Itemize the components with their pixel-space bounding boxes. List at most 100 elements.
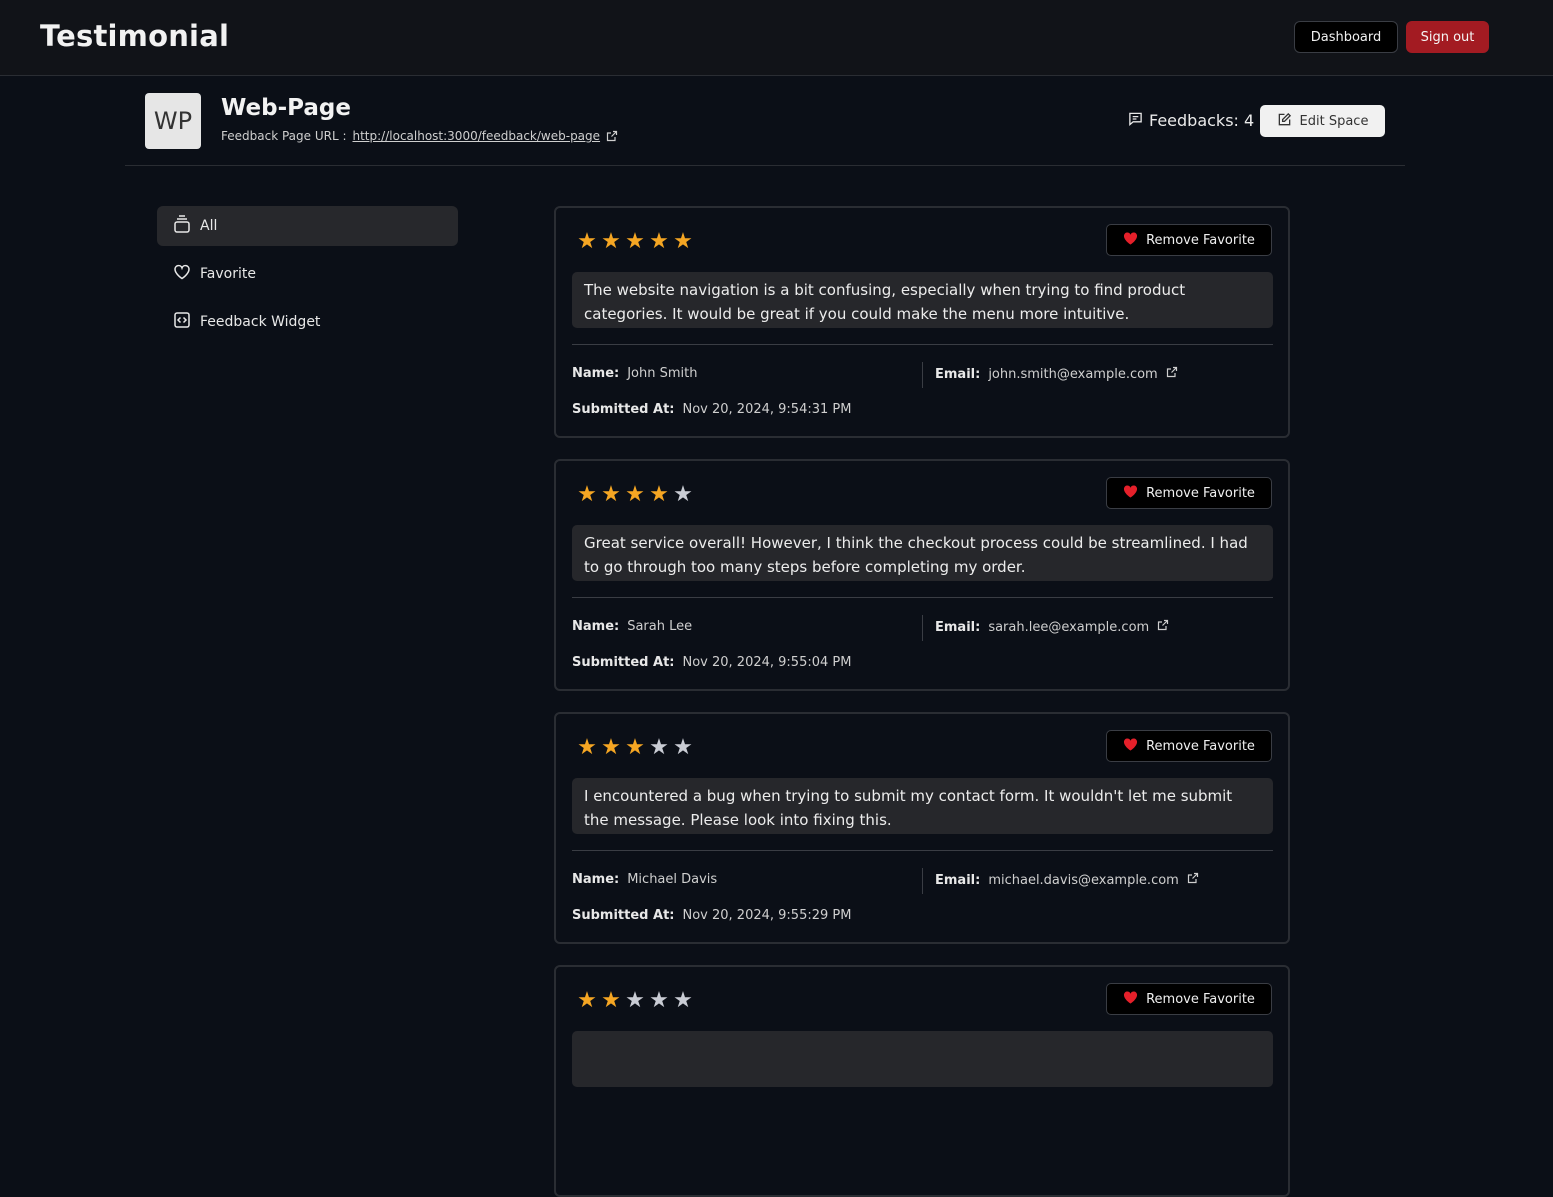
- heart-filled-icon: [1123, 484, 1138, 502]
- external-link-icon[interactable]: [606, 130, 618, 142]
- feedback-email: Email: michael.davis@example.com: [935, 872, 1199, 888]
- feedback-url-link[interactable]: http://localhost:3000/feedback/web-page: [353, 129, 601, 143]
- sidebar-item-all[interactable]: All: [157, 206, 458, 246]
- top-bar: Testimonial Dashboard Sign out: [0, 0, 1553, 76]
- divider: [922, 868, 923, 894]
- sidebar-item-favorite[interactable]: Favorite: [157, 254, 458, 294]
- star-filled-icon: ★: [625, 482, 645, 507]
- email-key: Email:: [935, 366, 981, 382]
- dashboard-button[interactable]: Dashboard: [1294, 21, 1398, 53]
- star-empty-icon: ★: [649, 735, 669, 760]
- feedback-card: ★ ★ ★ ★ ★ Remove Favorite Great service over…: [554, 459, 1290, 691]
- edit-icon: [1277, 112, 1292, 131]
- external-link-icon[interactable]: [1166, 366, 1178, 382]
- message-icon: [1128, 111, 1143, 130]
- space-avatar: WP: [145, 93, 201, 149]
- star-filled-icon: ★: [601, 988, 621, 1013]
- external-link-icon[interactable]: [1187, 872, 1199, 888]
- app-brand[interactable]: Testimonial: [40, 19, 229, 53]
- star-empty-icon: ★: [673, 735, 693, 760]
- feedback-card: ★ ★ ★ ★ ★ Remove Favorite The website naviga…: [554, 206, 1290, 438]
- feedback-message: The website navigation is a bit confusin…: [572, 272, 1273, 328]
- email-key: Email:: [935, 872, 981, 888]
- email-key: Email:: [935, 619, 981, 635]
- star-filled-icon: ★: [673, 229, 693, 254]
- feedback-date: Submitted At: Nov 20, 2024, 9:55:29 PM: [572, 908, 851, 923]
- space-title: Web-Page: [221, 95, 351, 121]
- divider: [572, 597, 1273, 598]
- remove-favorite-button[interactable]: Remove Favorite: [1106, 477, 1272, 509]
- feedback-name: Name: Sarah Lee: [572, 619, 692, 634]
- remove-favorite-label: Remove Favorite: [1146, 991, 1255, 1007]
- feedback-url-label: Feedback Page URL :: [221, 129, 347, 143]
- remove-favorite-button[interactable]: Remove Favorite: [1106, 983, 1272, 1015]
- name-value: John Smith: [627, 366, 698, 381]
- name-value: Michael Davis: [627, 872, 718, 887]
- remove-favorite-button[interactable]: Remove Favorite: [1106, 224, 1272, 256]
- edit-space-button[interactable]: Edit Space: [1260, 105, 1385, 137]
- star-filled-icon: ★: [577, 229, 597, 254]
- date-value: Nov 20, 2024, 9:55:29 PM: [682, 908, 852, 923]
- date-key: Submitted At:: [572, 655, 675, 670]
- star-rating: ★ ★ ★ ★ ★: [576, 230, 694, 254]
- sidebar-item-feedback-widget[interactable]: Feedback Widget: [157, 302, 458, 342]
- sidebar-item-label: Favorite: [200, 266, 256, 282]
- sign-out-button[interactable]: Sign out: [1406, 21, 1489, 53]
- email-value[interactable]: sarah.lee@example.com: [988, 620, 1149, 635]
- feedback-count-label: Feedbacks: 4: [1149, 111, 1255, 130]
- date-value: Nov 20, 2024, 9:54:31 PM: [682, 402, 852, 417]
- remove-favorite-label: Remove Favorite: [1146, 738, 1255, 754]
- heart-filled-icon: [1123, 231, 1138, 249]
- star-filled-icon: ★: [649, 482, 669, 507]
- email-value[interactable]: michael.davis@example.com: [988, 873, 1179, 888]
- heart-outline-icon: [173, 263, 191, 285]
- code-icon: [173, 311, 191, 333]
- remove-favorite-button[interactable]: Remove Favorite: [1106, 730, 1272, 762]
- feedback-email: Email: john.smith@example.com: [935, 366, 1178, 382]
- divider: [922, 362, 923, 388]
- star-rating: ★ ★ ★ ★ ★: [576, 736, 694, 760]
- feedback-url-row: Feedback Page URL : http://localhost:300…: [221, 129, 618, 143]
- star-rating: ★ ★ ★ ★ ★: [576, 989, 694, 1013]
- divider: [922, 615, 923, 641]
- name-key: Name:: [572, 872, 620, 887]
- date-key: Submitted At:: [572, 402, 675, 417]
- feedback-name: Name: Michael Davis: [572, 872, 717, 887]
- sidebar: All Favorite Feedback Widget: [157, 206, 458, 350]
- feedback-message: I encountered a bug when trying to submi…: [572, 778, 1273, 834]
- heart-filled-icon: [1123, 737, 1138, 755]
- feedback-name: Name: John Smith: [572, 366, 697, 381]
- date-value: Nov 20, 2024, 9:55:04 PM: [682, 655, 852, 670]
- star-filled-icon: ★: [625, 229, 645, 254]
- remove-favorite-label: Remove Favorite: [1146, 232, 1255, 248]
- star-rating: ★ ★ ★ ★ ★: [576, 483, 694, 507]
- divider: [572, 850, 1273, 851]
- divider: [572, 344, 1273, 345]
- feedback-date: Submitted At: Nov 20, 2024, 9:55:04 PM: [572, 655, 851, 670]
- edit-space-label: Edit Space: [1299, 113, 1369, 129]
- feedback-email: Email: sarah.lee@example.com: [935, 619, 1169, 635]
- star-filled-icon: ★: [601, 735, 621, 760]
- feedback-message: Great service overall! However, I think …: [572, 525, 1273, 581]
- star-empty-icon: ★: [625, 988, 645, 1013]
- email-value[interactable]: john.smith@example.com: [988, 367, 1157, 382]
- feedback-message: [572, 1031, 1273, 1087]
- feedback-date: Submitted At: Nov 20, 2024, 9:54:31 PM: [572, 402, 851, 417]
- star-filled-icon: ★: [577, 735, 597, 760]
- star-filled-icon: ★: [577, 988, 597, 1013]
- sidebar-item-label: Feedback Widget: [200, 314, 321, 330]
- star-empty-icon: ★: [673, 988, 693, 1013]
- date-key: Submitted At:: [572, 908, 675, 923]
- stack-icon: [173, 214, 191, 238]
- external-link-icon[interactable]: [1157, 619, 1169, 635]
- space-header: WP Web-Page Feedback Page URL : http://l…: [125, 77, 1405, 166]
- star-filled-icon: ★: [625, 735, 645, 760]
- feedback-card: ★ ★ ★ ★ ★ Remove Favorite I encountered a bu…: [554, 712, 1290, 944]
- name-value: Sarah Lee: [627, 619, 693, 634]
- star-filled-icon: ★: [649, 229, 669, 254]
- star-empty-icon: ★: [673, 482, 693, 507]
- feedback-card: ★ ★ ★ ★ ★ Remove Favorite: [554, 965, 1290, 1197]
- remove-favorite-label: Remove Favorite: [1146, 485, 1255, 501]
- sidebar-item-label: All: [200, 218, 218, 234]
- name-key: Name:: [572, 366, 620, 381]
